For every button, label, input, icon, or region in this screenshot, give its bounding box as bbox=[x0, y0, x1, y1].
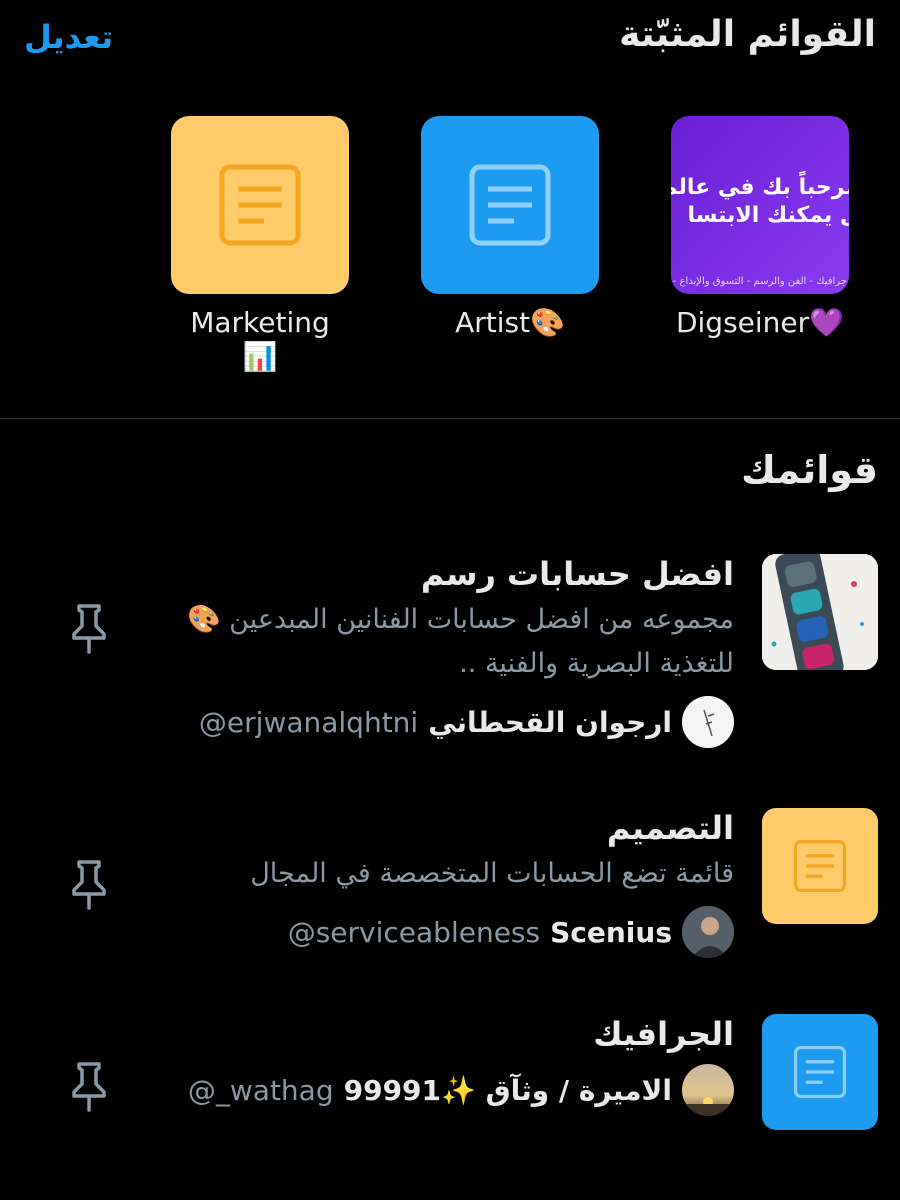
pinned-list-marketing[interactable]: Marketing 📊 bbox=[140, 116, 380, 374]
edit-button[interactable]: تعديل bbox=[24, 18, 113, 56]
avatar-image bbox=[682, 906, 734, 958]
list-thumbnail bbox=[762, 554, 878, 670]
list-description: قائمة تضع الحسابات المتخصصة في المجال bbox=[250, 858, 734, 889]
avatar bbox=[682, 1064, 734, 1116]
pinned-lists-header: القوائم المثبّتة تعديل bbox=[0, 0, 900, 80]
thumbnail-caption: جرافيك - الفن والرسم - التسوق والإبداع -… bbox=[671, 276, 847, 287]
pin-icon[interactable] bbox=[66, 1060, 112, 1112]
pin-icon[interactable] bbox=[66, 858, 112, 910]
list-description: مجموعه من افضل حسابات الفنانين المبدعين … bbox=[186, 604, 734, 679]
list-owner: الاميرة / وثآق ✨99991 @_wathag bbox=[174, 1064, 734, 1116]
list-text: افضل حسابات رسم مجموعه من افضل حسابات ال… bbox=[174, 554, 734, 748]
document-icon bbox=[793, 1045, 847, 1099]
document-icon bbox=[469, 164, 551, 246]
pinned-list-label: Artist🎨 bbox=[455, 306, 565, 339]
pinned-list-thumbnail bbox=[421, 116, 599, 294]
owner-name: Scenius bbox=[550, 915, 672, 949]
list-name: الجرافيك bbox=[593, 1015, 734, 1053]
owner-handle: @serviceableness bbox=[287, 915, 541, 949]
pinned-list-artist[interactable]: Artist🎨 bbox=[390, 116, 630, 340]
list-item[interactable]: التصميم قائمة تضع الحسابات المتخصصة في ا… bbox=[0, 808, 900, 968]
pinned-list-label: Marketing 📊 bbox=[190, 306, 330, 373]
avatar-image bbox=[682, 696, 734, 748]
list-thumbnail bbox=[762, 1014, 878, 1130]
page-title: القوائم المثبّتة bbox=[619, 14, 876, 55]
list-name: افضل حسابات رسم bbox=[420, 555, 734, 593]
pin-icon[interactable] bbox=[66, 602, 112, 654]
pinned-list-thumbnail: مرحباً بك في عالم ل يمكنك الابتسا جرافيك… bbox=[671, 116, 849, 294]
pinned-list-thumbnail bbox=[171, 116, 349, 294]
owner-name: ارجوان القحطاني bbox=[428, 705, 672, 739]
list-name: التصميم bbox=[606, 809, 734, 847]
thumbnail-banner-text: مرحباً بك في عالم ل يمكنك الابتسا bbox=[671, 175, 849, 228]
owner-handle: @_wathag bbox=[187, 1073, 334, 1107]
section-divider bbox=[0, 418, 900, 419]
list-owner: Scenius @serviceableness bbox=[174, 906, 734, 958]
document-icon bbox=[219, 164, 301, 246]
pinned-lists-row: Marketing 📊 Artist🎨 مرحباً بك في عالم ل … bbox=[0, 116, 900, 396]
list-thumbnail bbox=[762, 808, 878, 924]
list-text: الجرافيك الاميرة / وثآق ✨99991 @_wathag bbox=[174, 1014, 734, 1116]
document-icon bbox=[793, 839, 847, 893]
pinned-list-label: Digseiner💜 bbox=[675, 306, 845, 339]
list-text: التصميم قائمة تضع الحسابات المتخصصة في ا… bbox=[174, 808, 734, 958]
your-lists-heading: قوائمك bbox=[741, 448, 878, 492]
owner-handle: @erjwanalqhtni bbox=[198, 705, 419, 739]
list-owner: ارجوان القحطاني @erjwanalqhtni bbox=[174, 696, 734, 748]
paint-palette-image bbox=[762, 554, 878, 670]
owner-name: الاميرة / وثآق ✨99991 bbox=[343, 1073, 672, 1107]
avatar bbox=[682, 906, 734, 958]
list-item[interactable]: افضل حسابات رسم مجموعه من افضل حسابات ال… bbox=[0, 554, 900, 754]
avatar-image bbox=[682, 1064, 734, 1116]
avatar bbox=[682, 696, 734, 748]
pinned-list-digseiner[interactable]: مرحباً بك في عالم ل يمكنك الابتسا جرافيك… bbox=[640, 116, 880, 340]
list-item[interactable]: الجرافيك الاميرة / وثآق ✨99991 @_wathag bbox=[0, 1014, 900, 1144]
